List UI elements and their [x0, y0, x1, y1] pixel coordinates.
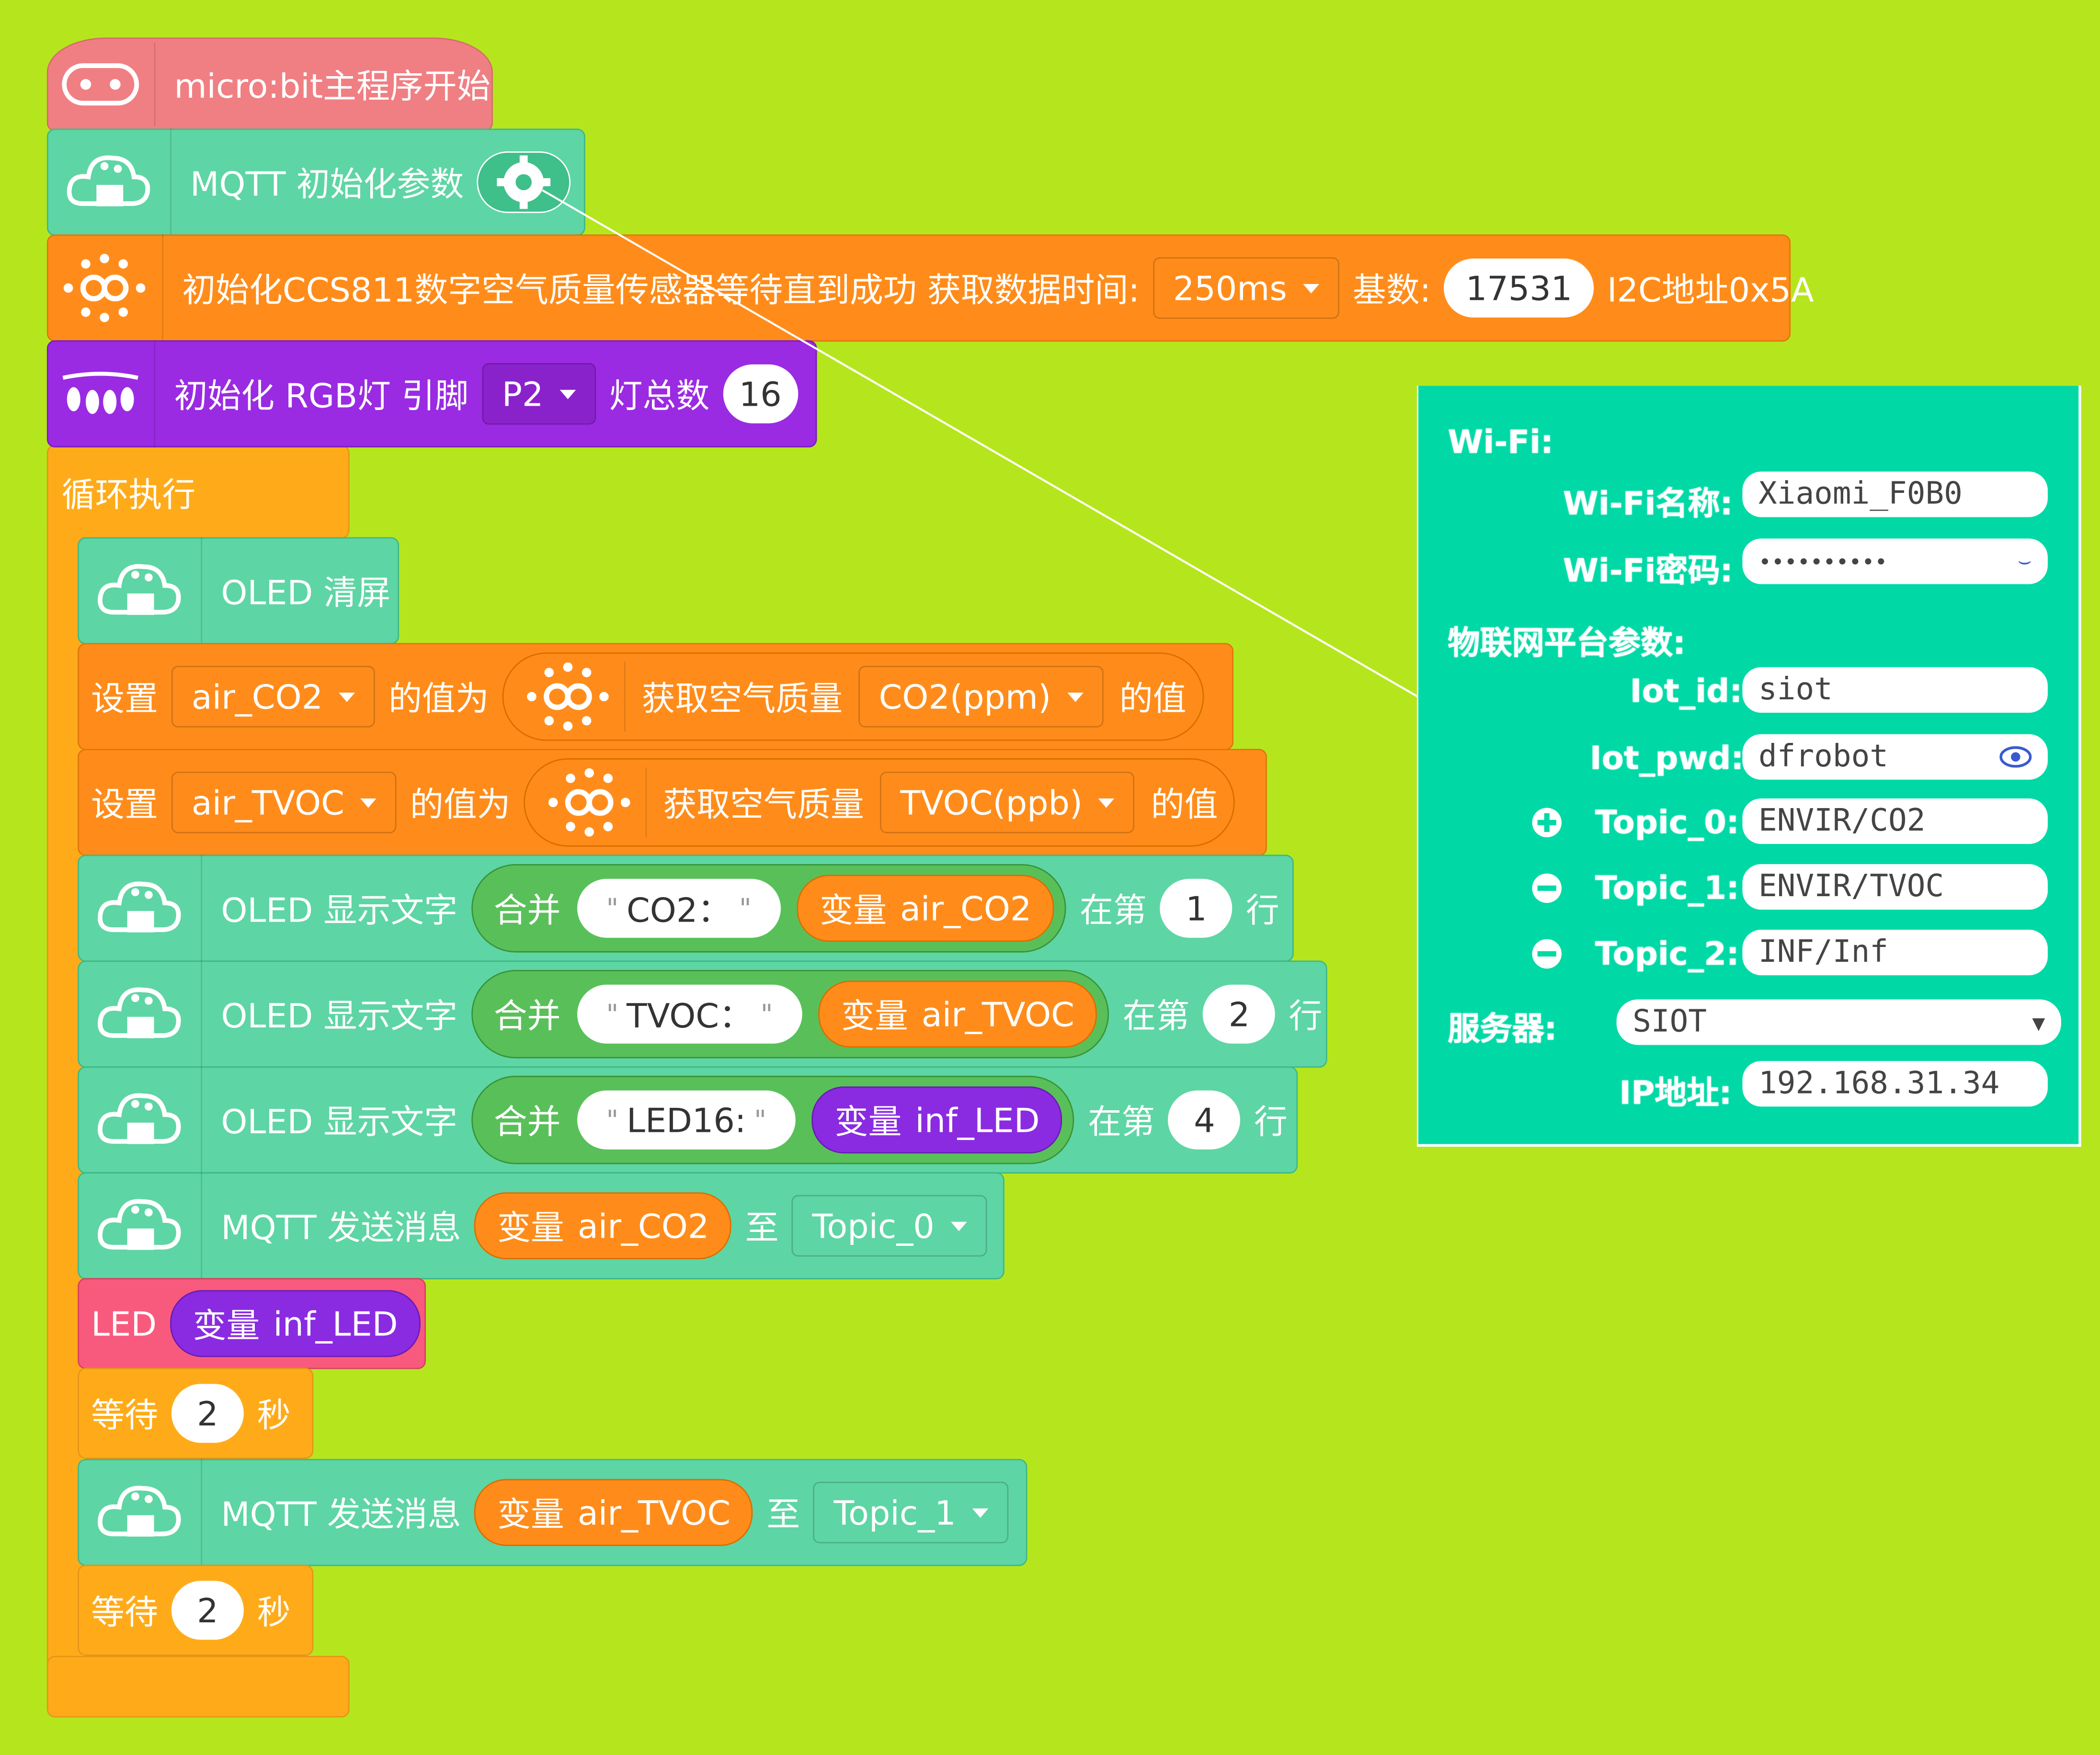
server-select[interactable]: SIOT ▼ [1616, 999, 2061, 1045]
iot-pwd-label: Iot_pwd: [1589, 739, 1744, 777]
topic1-input[interactable]: ENVIR/TVOC [1742, 864, 2048, 910]
topic1-label: Topic_1: [1595, 869, 1739, 907]
server-value: SIOT [1632, 1004, 1707, 1040]
wifi-name-label: Wi-Fi名称: [1563, 485, 1733, 523]
server-label: 服务器: [1448, 1010, 1557, 1048]
topic2-value: INF/Inf [1758, 935, 1889, 970]
add-topic-icon[interactable] [1531, 807, 1563, 839]
wifi-heading: Wi-Fi: [1448, 423, 1553, 461]
eye-closed-icon[interactable]: ⌣ [2018, 548, 2032, 575]
triangle-down-icon: ▼ [2032, 1009, 2045, 1035]
iot-heading: 物联网平台参数: [1448, 624, 1686, 662]
topic2-label: Topic_2: [1595, 935, 1739, 973]
ip-value: 192.168.31.34 [1758, 1066, 2000, 1102]
ip-label: IP地址: [1619, 1074, 1732, 1112]
iot-pwd-input[interactable]: dfrobot [1742, 734, 2048, 780]
iot-id-label: Iot_id: [1630, 672, 1743, 710]
ip-input[interactable]: 192.168.31.34 [1742, 1061, 2048, 1107]
iot-id-value: siot [1758, 672, 1833, 707]
eye-icon[interactable] [1999, 746, 2032, 768]
iot-id-input[interactable]: siot [1742, 667, 2048, 713]
wifi-password-label: Wi-Fi密码: [1563, 552, 1733, 590]
wifi-password-input[interactable]: •••••••••• ⌣ [1742, 538, 2048, 584]
topic0-label: Topic_0: [1595, 804, 1739, 842]
mqtt-settings-panel: Wi-Fi: Wi-Fi名称: Xiaomi_F0B0 Wi-Fi密码: •••… [1417, 386, 2081, 1147]
wifi-name-value: Xiaomi_F0B0 [1758, 477, 1963, 512]
remove-topic-icon[interactable] [1531, 872, 1563, 904]
topic2-input[interactable]: INF/Inf [1742, 930, 2048, 976]
wifi-name-input[interactable]: Xiaomi_F0B0 [1742, 471, 2048, 517]
wifi-password-value: •••••••••• [1758, 548, 1888, 574]
remove-topic-icon[interactable] [1531, 938, 1563, 970]
iot-pwd-value: dfrobot [1758, 739, 1889, 775]
topic0-input[interactable]: ENVIR/CO2 [1742, 798, 2048, 844]
blocks-workspace: 循环执行 micro:bit主程序开始 MQTT 初始化参数 初始化CCS811… [0, 0, 2100, 1755]
topic1-value: ENVIR/TVOC [1758, 869, 1944, 904]
topic0-value: ENVIR/CO2 [1758, 804, 1926, 839]
